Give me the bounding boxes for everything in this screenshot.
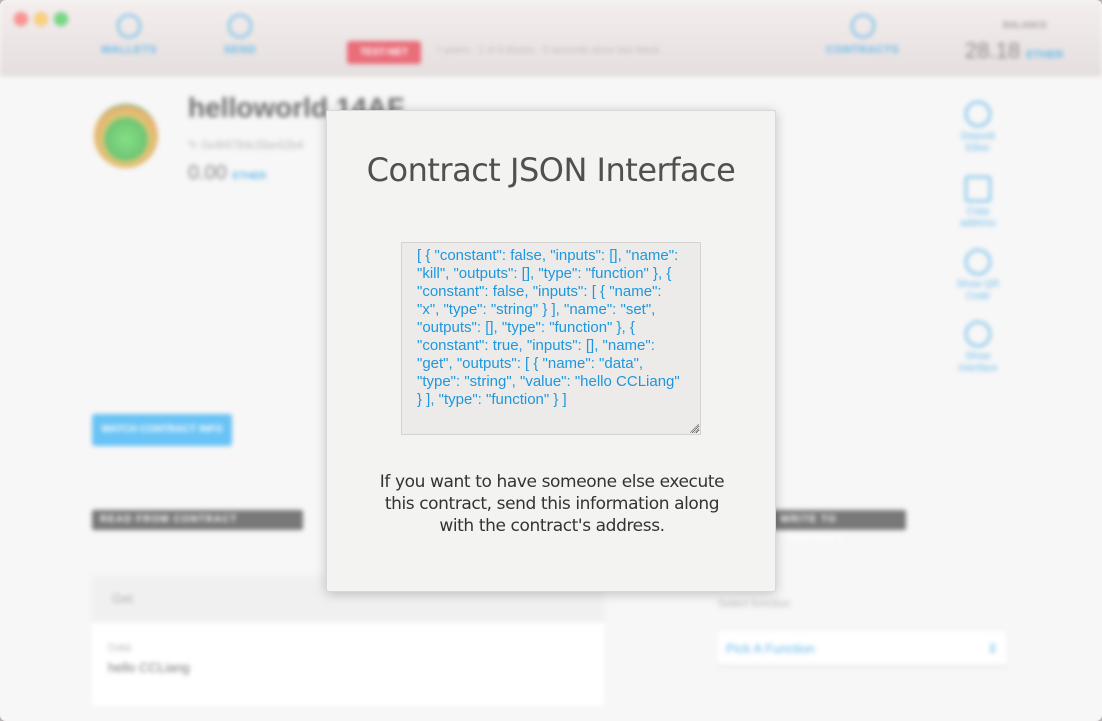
json-interface-textarea[interactable]: [ { "constant": false, "inputs": [], "na… — [401, 242, 701, 435]
json-text: [ { "constant": false, "inputs": [], "na… — [417, 247, 680, 408]
resize-handle-icon[interactable] — [690, 424, 699, 433]
app-window: WALLETS SEND TEST-NET 7 peers · 1 of 5 b… — [0, 0, 1102, 721]
modal-title: Contract JSON Interface — [366, 151, 736, 189]
json-interface-modal: Contract JSON Interface [ { "constant": … — [326, 110, 776, 592]
modal-description: If you want to have someone else execute… — [379, 472, 725, 536]
